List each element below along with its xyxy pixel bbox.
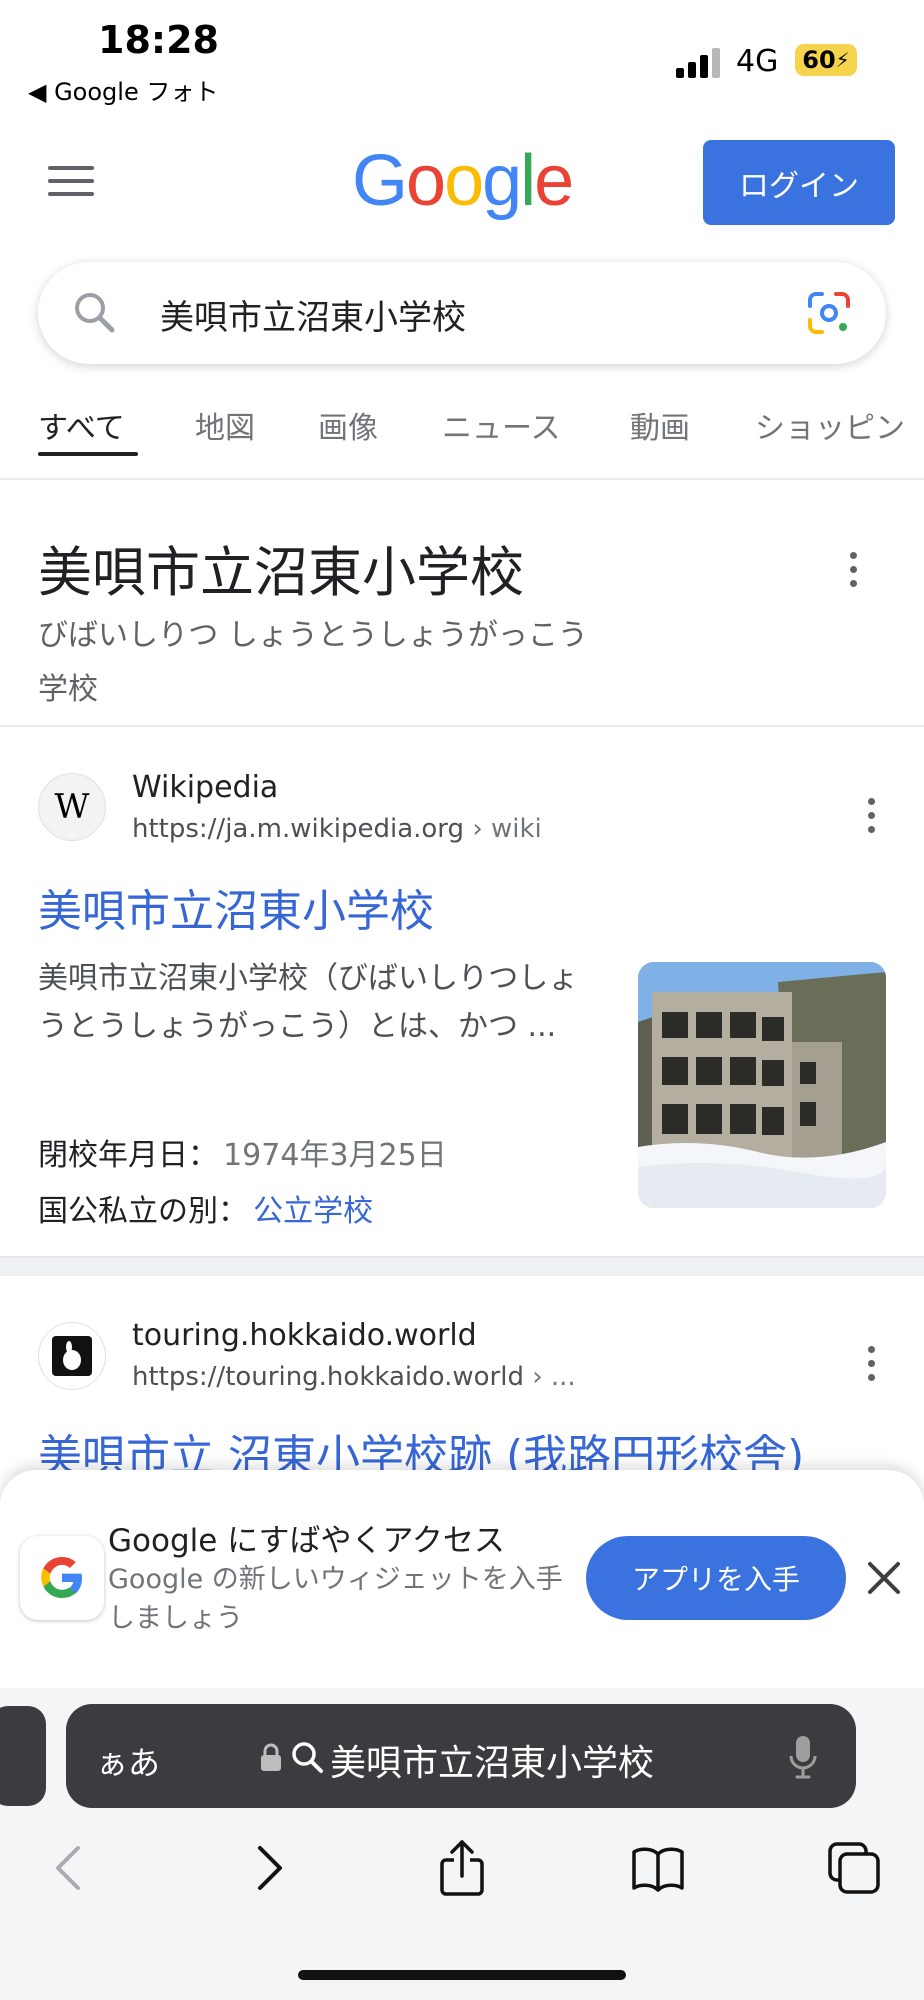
close-icon[interactable] [866, 1560, 902, 1596]
logo-letter: l [520, 141, 536, 221]
tab-maps[interactable]: 地図 [195, 403, 255, 447]
share-icon[interactable] [434, 1840, 490, 1896]
divider [0, 725, 924, 727]
more-options-icon[interactable] [848, 552, 858, 594]
battery-indicator: 60 ⚡ [795, 44, 857, 76]
fact-closing-date: 閉校年月日： 1974年3月25日 [38, 1130, 447, 1174]
google-logo[interactable]: Google [352, 140, 574, 222]
banner-subtitle: Google の新しいウィジェットを入手しましょう [108, 1564, 563, 1634]
entity-title: 美唄市立沼東小学校 [38, 541, 524, 604]
result-title-link[interactable]: 美唄市立沼東小学校 [38, 875, 434, 939]
get-app-button[interactable]: アプリを入手 [586, 1536, 846, 1620]
previous-tab-preview[interactable] [0, 1706, 46, 1806]
wikipedia-favicon: W [38, 773, 106, 841]
search-icon [292, 1742, 323, 1773]
tab-shopping[interactable]: ショッピン [755, 403, 924, 447]
fact-link[interactable]: 公立学校 [253, 1194, 373, 1229]
google-app-icon [20, 1536, 104, 1620]
result-url[interactable]: https://ja.m.wikipedia.org › wiki [132, 814, 542, 844]
search-icon [75, 293, 115, 333]
fact-label: 国公私立の別： [38, 1194, 248, 1229]
result-url[interactable]: https://touring.hokkaido.world › ... [132, 1362, 576, 1392]
logo-letter: g [482, 141, 522, 221]
result-url-path: › wiki [472, 814, 542, 844]
banner-title: Google にすばやくアクセス [108, 1523, 505, 1559]
result-site-name[interactable]: Wikipedia [132, 770, 278, 805]
charging-icon: ⚡ [835, 48, 850, 72]
fact-school-type: 国公私立の別： 公立学校 [38, 1186, 373, 1230]
result-url-path: › ... [532, 1362, 576, 1392]
site-logo-icon [52, 1336, 92, 1376]
status-time: 18:28 [98, 18, 219, 62]
section-separator [0, 1256, 924, 1276]
tab-images[interactable]: 画像 [318, 403, 378, 447]
touring-site-favicon [38, 1322, 106, 1390]
tab-all[interactable]: すべて [38, 403, 125, 447]
result-snippet: 美唄市立沼東小学校（びばいしりつしょうとうしょうがっこう）とは、かつ ... [38, 961, 579, 1044]
tab-videos[interactable]: 動画 [630, 403, 690, 447]
forward-arrow-icon[interactable] [240, 1840, 296, 1896]
favicon-letter: W [54, 787, 90, 827]
result-site-name[interactable]: touring.hokkaido.world [132, 1318, 477, 1353]
tab-news[interactable]: ニュース [442, 403, 561, 447]
tabs-icon[interactable] [826, 1840, 882, 1896]
entity-type: 学校 [38, 672, 98, 707]
lock-icon [261, 1743, 281, 1771]
result-url-domain: https://ja.m.wikipedia.org [132, 814, 465, 844]
result-url-domain: https://touring.hokkaido.world [132, 1362, 524, 1392]
cellular-signal-icon [676, 48, 720, 78]
logo-letter: o [406, 141, 446, 221]
address-bar-text[interactable]: 美唄市立沼東小学校 [330, 1734, 654, 1786]
logo-letter: e [534, 141, 574, 221]
back-to-app-link[interactable]: ◀ Google フォト [28, 72, 218, 107]
more-options-icon[interactable] [866, 1346, 876, 1388]
network-type: 4G [736, 44, 779, 79]
hamburger-menu-icon[interactable] [48, 166, 94, 205]
active-tab-indicator [38, 452, 138, 456]
home-indicator[interactable] [298, 1970, 626, 1980]
login-button[interactable]: ログイン [703, 140, 895, 225]
back-arrow-icon[interactable] [42, 1840, 98, 1896]
school-building-thumbnail[interactable] [638, 962, 886, 1208]
fact-label: 閉校年月日： [38, 1138, 218, 1173]
fact-value: 1974年3月25日 [223, 1138, 447, 1173]
search-input[interactable]: 美唄市立沼東小学校 [160, 290, 466, 339]
logo-letter: G [352, 141, 408, 221]
page-settings-button[interactable]: ぁあ [96, 1738, 160, 1784]
entity-reading: びばいしりつ しょうとうしょうがっこう [38, 618, 588, 653]
google-lens-icon[interactable] [806, 290, 852, 336]
divider [0, 478, 924, 480]
more-options-icon[interactable] [866, 798, 876, 840]
microphone-icon[interactable] [788, 1734, 818, 1780]
bookmarks-icon[interactable] [630, 1840, 686, 1896]
battery-level: 60 [802, 46, 836, 74]
logo-letter: o [444, 141, 484, 221]
